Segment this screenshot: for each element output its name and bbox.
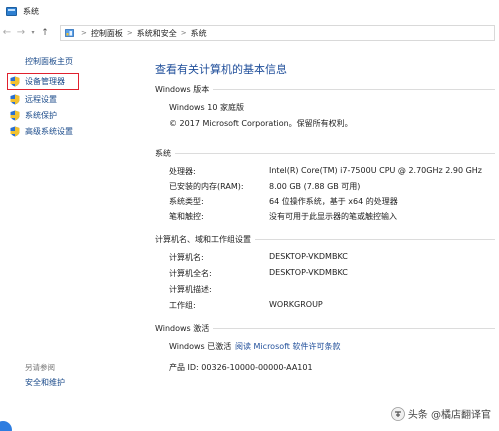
system-window-icon (6, 6, 17, 16)
computer-description-label: 计算机描述: (169, 285, 212, 294)
sidebar-item-label: 系统保护 (25, 111, 57, 120)
sidebar: 控制面板主页 设备管理器 远程设置 系统保护 高级系统设置 另请参阅 安全和维护 (0, 44, 140, 431)
full-computer-name-label: 计算机全名: (169, 269, 212, 278)
sidebar-item-system-protection[interactable]: 系统保护 (10, 110, 57, 121)
divider (255, 239, 495, 240)
breadcrumb-separator: > (81, 29, 87, 37)
page-title: 查看有关计算机的基本信息 (155, 63, 287, 76)
ram-value: 8.00 GB (7.88 GB 可用) (269, 182, 361, 191)
watermark: 头条 @橘店翻译官 (390, 406, 491, 421)
computer-name-label: 计算机名: (169, 253, 204, 262)
divider (175, 153, 495, 154)
copyright-text: © 2017 Microsoft Corporation。保留所有权利。 (169, 119, 353, 128)
up-button[interactable]: ↑ (38, 23, 52, 43)
breadcrumb-control-panel[interactable]: 控制面板 (91, 28, 123, 39)
control-panel-icon (65, 29, 74, 37)
sidebar-item-label: 设备管理器 (25, 77, 65, 86)
sidebar-home-link[interactable]: 控制面板主页 (25, 56, 73, 67)
section-title-text: Windows 版本 (155, 85, 210, 94)
back-button[interactable]: ← (0, 23, 14, 43)
watermark-text: 头条 @橘店翻译官 (407, 410, 491, 421)
ram-label: 已安装的内存(RAM): (169, 182, 244, 191)
sidebar-item-device-manager[interactable]: 设备管理器 (10, 76, 65, 87)
toutiao-logo-icon (390, 406, 405, 421)
pen-touch-value: 没有可用于此显示器的笔或触控输入 (269, 212, 397, 221)
shield-icon (10, 76, 20, 87)
section-title-text: Windows 激活 (155, 324, 210, 333)
activation-status: Windows 已激活 (169, 342, 232, 351)
breadcrumb-system[interactable]: 系统 (191, 28, 207, 39)
license-terms-link[interactable]: 阅读 Microsoft 软件许可条款 (235, 341, 341, 352)
window-title: 系统 (23, 6, 39, 16)
computer-name-section-title: 计算机名、域和工作组设置 (155, 234, 495, 245)
product-id: 产品 ID: 00326-10000-00000-AA101 (169, 363, 313, 372)
shield-icon (10, 94, 20, 105)
computer-name-value: DESKTOP-VKDMBKC (269, 252, 348, 261)
breadcrumb-separator: > (180, 29, 187, 37)
processor-value: Intel(R) Core(TM) i7-7500U CPU @ 2.70GHz… (269, 166, 482, 175)
processor-label: 处理器: (169, 167, 196, 176)
sidebar-item-label: 高级系统设置 (25, 127, 73, 136)
sidebar-item-advanced-settings[interactable]: 高级系统设置 (10, 126, 73, 137)
workgroup-label: 工作组: (169, 301, 196, 310)
pen-touch-label: 笔和触控: (169, 212, 204, 221)
section-title-text: 系统 (155, 149, 171, 158)
system-type-label: 系统类型: (169, 197, 204, 206)
divider (213, 89, 495, 90)
system-section-title: 系统 (155, 148, 495, 159)
edition-name: Windows 10 家庭版 (169, 103, 244, 112)
section-title-text: 计算机名、域和工作组设置 (155, 235, 251, 244)
breadcrumb-system-security[interactable]: 系统和安全 (137, 28, 177, 39)
full-computer-name-value: DESKTOP-VKDMBKC (269, 268, 348, 277)
shield-icon (10, 126, 20, 137)
address-bar[interactable]: > 控制面板 > 系统和安全 > 系统 (60, 25, 495, 41)
activation-section-title: Windows 激活 (155, 323, 495, 334)
workgroup-value: WORKGROUP (269, 300, 323, 309)
breadcrumb-separator: > (126, 29, 133, 37)
recent-locations-dropdown[interactable]: ▾ (28, 23, 38, 43)
see-also-heading: 另请参阅 (25, 363, 55, 372)
divider (213, 328, 495, 329)
sidebar-item-remote-settings[interactable]: 远程设置 (10, 94, 57, 105)
title-bar: 系统 (0, 0, 499, 22)
forward-button[interactable]: → (14, 23, 28, 43)
navigation-bar: ← → ▾ ↑ > 控制面板 > 系统和安全 > 系统 (0, 23, 499, 43)
sidebar-item-label: 远程设置 (25, 95, 57, 104)
edition-section-title: Windows 版本 (155, 84, 495, 95)
shield-icon (10, 110, 20, 121)
system-type-value: 64 位操作系统，基于 x64 的处理器 (269, 197, 398, 206)
security-maintenance-link[interactable]: 安全和维护 (25, 377, 65, 388)
